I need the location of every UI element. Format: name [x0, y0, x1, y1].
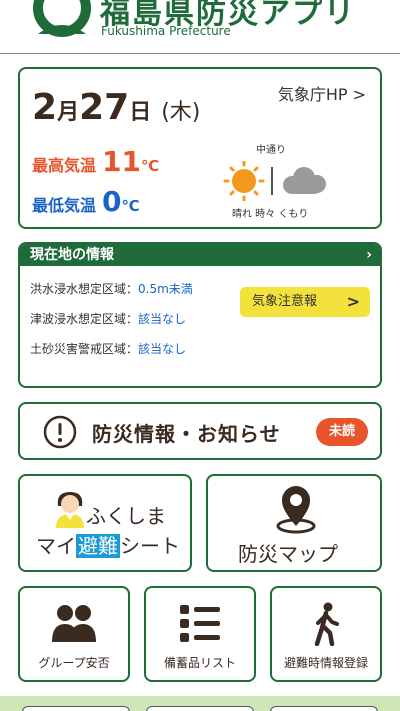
landslide-zone-label: 土砂災害警戒区域： — [30, 342, 139, 356]
bottom-tab-1[interactable] — [22, 706, 130, 711]
tsunami-zone-value: 該当なし — [138, 312, 187, 326]
notice-label: 防災情報・お知らせ — [92, 422, 281, 446]
cloud-icon — [283, 167, 326, 194]
low-temp-value: 0 — [102, 185, 122, 218]
exclamation-circle-icon — [43, 415, 77, 449]
app-logo-icon — [33, 0, 91, 37]
bottom-tab-2[interactable] — [146, 706, 254, 711]
jma-hp-link[interactable]: 気象庁HP > — [278, 81, 366, 105]
weather-advisory-button[interactable]: 気象注意報 > — [240, 287, 370, 317]
forecast-region: 中通り — [256, 145, 286, 156]
stockpile-list-label: 備蓄品リスト — [163, 656, 236, 670]
group-safety-label: グループ安否 — [38, 656, 110, 670]
low-temp: 最低気温 0℃ — [32, 185, 140, 218]
high-temp-value: 11 — [102, 145, 141, 178]
high-temp: 最高気温 11℃ — [32, 145, 159, 178]
landslide-zone-value: 該当なし — [138, 342, 187, 356]
evacuation-info-register-label: 避難時情報登録 — [283, 656, 368, 670]
disaster-map-label: 防災マップ — [238, 542, 338, 566]
person-icon — [56, 492, 84, 528]
high-temp-unit: ℃ — [140, 157, 160, 175]
bottom-tab-3[interactable] — [270, 706, 378, 711]
stockpile-list-button[interactable]: 備蓄品リスト — [144, 586, 256, 682]
flood-zone-label: 洪水浸水想定区域： — [30, 282, 139, 296]
disaster-map-button[interactable]: 防災マップ — [206, 474, 382, 572]
my-evacuation-sheet-button[interactable]: ふくしま マイ 避難 シート — [18, 474, 192, 572]
high-temp-label: 最高気温 — [32, 156, 97, 175]
list-icon — [180, 605, 220, 642]
chevron-right-icon: > — [346, 292, 360, 311]
map-pin-icon — [276, 486, 316, 534]
date-month: 2 — [32, 87, 58, 128]
app-header: 福島県防災アプリ Fukushima Prefecture — [0, 0, 400, 54]
flood-zone-row: 洪水浸水想定区域：0.5m未満 — [30, 280, 193, 297]
tsunami-zone-row: 津波浸水想定区域：該当なし — [30, 310, 186, 327]
location-info-card[interactable]: 現在地の情報 › 洪水浸水想定区域：0.5m未満 津波浸水想定区域：該当なし 土… — [18, 242, 382, 388]
disaster-info-notice-button[interactable]: 防災情報・お知らせ 未読 — [18, 402, 382, 460]
date-weekday: (木) — [161, 100, 201, 125]
my-sheet-title-line1: ふくしま — [86, 504, 166, 528]
location-info-title: 現在地の情報 — [30, 247, 114, 263]
location-info-header[interactable]: 現在地の情報 › — [20, 244, 380, 266]
landslide-zone-row: 土砂災害警戒区域：該当なし — [30, 340, 186, 357]
forecast-description: 晴れ 時々 くもり — [232, 209, 309, 220]
prefecture-name: Fukushima Prefecture — [101, 24, 231, 38]
date-day-unit: 日 — [129, 100, 152, 125]
my-sheet-prefix: マイ — [36, 534, 76, 558]
my-sheet-suffix: シート — [120, 534, 180, 558]
unread-badge: 未読 — [316, 418, 368, 446]
my-sheet-highlight: 避難 — [76, 534, 120, 558]
weather-icons — [223, 161, 326, 201]
date-day: 27 — [79, 87, 130, 128]
weather-advisory-label: 気象注意報 — [252, 294, 318, 309]
my-sheet-title-line2: マイ 避難 シート — [36, 530, 180, 559]
low-temp-label: 最低気温 — [32, 196, 97, 215]
low-temp-unit: ℃ — [121, 197, 140, 215]
flood-zone-value: 0.5m未満 — [138, 282, 193, 296]
tsunami-zone-label: 津波浸水想定区域： — [30, 312, 139, 326]
walking-person-icon — [314, 602, 339, 646]
evacuation-info-register-button[interactable]: 避難時情報登録 — [270, 586, 382, 682]
group-safety-button[interactable]: グループ安否 — [18, 586, 130, 682]
chevron-right-icon: › — [366, 247, 372, 263]
weather-card[interactable]: 2月27日 (木) 気象庁HP > 最高気温 11℃ 最低気温 0℃ 中通り 晴れ 時… — [18, 67, 382, 229]
group-icon — [52, 605, 96, 642]
sun-icon — [223, 161, 265, 201]
date-month-unit: 月 — [57, 100, 80, 125]
date-display: 2月27日 (木) — [32, 87, 200, 128]
